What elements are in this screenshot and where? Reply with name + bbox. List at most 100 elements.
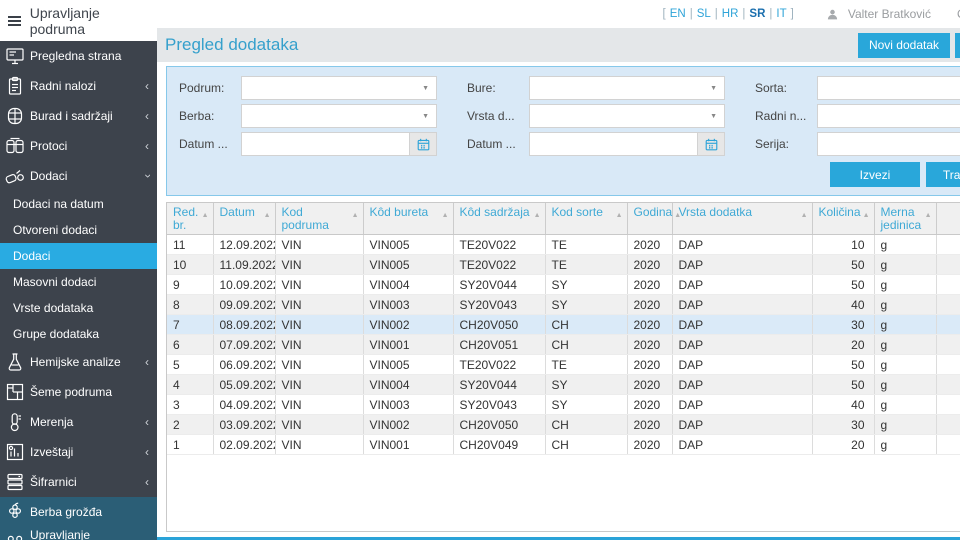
sidebar-item-protoci[interactable]: Protoci ‹ xyxy=(0,131,157,161)
sidebar-item-ifrarnici[interactable]: Šifrarnici ‹ xyxy=(0,467,157,497)
cell-kod-podruma: VIN xyxy=(275,374,364,395)
podrum-select[interactable]: ▼ xyxy=(241,76,437,100)
table-row[interactable]: 4 05.09.2022 VIN VIN004 SY20V044 SY 2020 DAP 50 g xyxy=(167,374,960,395)
cell-koli-ina: 20 xyxy=(812,434,875,455)
hamburger-menu-icon[interactable] xyxy=(0,15,26,26)
datum-do-calendar-button[interactable] xyxy=(698,132,725,156)
cell-datum: 06.09.2022 xyxy=(213,354,276,375)
sidebar-subitem-dodaci[interactable]: Dodaci xyxy=(0,243,157,269)
table-row[interactable]: 1 02.09.2022 VIN VIN001 CH20V049 CH 2020 DAP 20 g xyxy=(167,434,960,455)
filter-label: Sorta: xyxy=(755,81,788,95)
sidebar-item-burad-i-sadr-aji[interactable]: Burad i sadržaji ‹ xyxy=(0,101,157,131)
export-button[interactable]: Izvezi xyxy=(830,162,920,187)
sidebar-subitem-masovni-dodaci[interactable]: Masovni dodaci xyxy=(0,269,157,295)
search-button[interactable]: Traži xyxy=(926,162,960,187)
table-row[interactable]: 5 06.09.2022 VIN VIN005 TE20V022 TE 2020 DAP 50 g xyxy=(167,354,960,375)
column-header-koli-ina[interactable]: Količina ▲ xyxy=(812,203,875,235)
sidebar-item-label: Burad i sadržaji xyxy=(30,109,113,123)
sidebar-item-berba-gro-a[interactable]: Berba grožđa xyxy=(0,497,157,527)
dropdown-arrow-icon: ▼ xyxy=(710,112,717,120)
filter-toggle-button[interactable] xyxy=(955,32,960,58)
column-header-k-d-bureta[interactable]: Kôd bureta ▲ xyxy=(363,203,454,235)
cell-k-d-sadr-aja: TE20V022 xyxy=(453,354,546,375)
sidebar-subitem-vrste-dodataka[interactable]: Vrste dodataka xyxy=(0,295,157,321)
sidebar-subitem-dodaci-na-datum[interactable]: Dodaci na datum xyxy=(0,191,157,217)
chevron-left-icon: ‹ xyxy=(145,109,149,123)
cell-kod-podruma: VIN xyxy=(275,314,364,335)
cell-datum: 11.09.2022 xyxy=(213,254,276,275)
radni-nalog-select[interactable]: ▼ xyxy=(817,104,960,128)
new-addition-button[interactable]: Novi dodatak xyxy=(857,32,950,58)
table-row[interactable]: 2 03.09.2022 VIN VIN002 CH20V050 CH 2020 DAP 30 g xyxy=(167,414,960,435)
sidebar-subitem-grupe-dodataka[interactable]: Grupe dodataka xyxy=(0,321,157,347)
topbar: [EN|SL|HR|SR|IT] Valter Bratković Odjava xyxy=(157,0,960,28)
bure-select[interactable]: ▼ xyxy=(529,76,725,100)
column-header-kod-podruma[interactable]: Kod podruma ▲ xyxy=(275,203,364,235)
table-row[interactable]: 11 12.09.2022 VIN VIN005 TE20V022 TE 2020 DAP 10… xyxy=(167,234,960,255)
cell-kod-sorte: SY xyxy=(545,274,628,295)
chevron-left-icon: ‹ xyxy=(145,415,149,429)
column-header-kod-sorte[interactable]: Kod sorte ▲ xyxy=(545,203,628,235)
cell-k-d-bureta: VIN005 xyxy=(363,254,454,275)
cell-select xyxy=(936,294,960,315)
sidebar-item-pregledna-strana[interactable]: Pregledna strana xyxy=(0,41,157,71)
berba-select[interactable]: ▼ xyxy=(241,104,437,128)
table-row[interactable]: 7 08.09.2022 VIN VIN002 CH20V050 CH 2020 DAP 30 g xyxy=(167,314,960,335)
column-header-vrsta-dodatka[interactable]: Vrsta dodatka ▲ xyxy=(672,203,813,235)
table-row[interactable]: 10 11.09.2022 VIN VIN005 TE20V022 TE 2020 DAP 50… xyxy=(167,254,960,275)
cell-select xyxy=(936,414,960,435)
sidebar-item-hemijske-analize[interactable]: Hemijske analize ‹ xyxy=(0,347,157,377)
sidebar-item-dodaci[interactable]: Dodaci ‹ xyxy=(0,161,157,191)
column-header-datum[interactable]: Datum ▲ xyxy=(213,203,276,235)
cell-select xyxy=(936,274,960,295)
cell-kod-podruma: VIN xyxy=(275,394,364,415)
column-header-merna-jedinica[interactable]: Merna jedinica ▲ xyxy=(874,203,937,235)
lang-link-hr[interactable]: HR xyxy=(722,8,739,20)
lang-link-sr[interactable]: SR xyxy=(749,8,765,20)
chevron-left-icon: ‹ xyxy=(145,139,149,153)
column-header-k-d-sadr-aja[interactable]: Kôd sadržaja ▲ xyxy=(453,203,546,235)
table-row[interactable]: 8 09.09.2022 VIN VIN003 SY20V043 SY 2020 DAP 40 g xyxy=(167,294,960,315)
serija-input[interactable] xyxy=(817,132,960,156)
cell-k-d-bureta: VIN004 xyxy=(363,374,454,395)
cell-kod-podruma: VIN xyxy=(275,414,364,435)
sort-arrow-icon: ▲ xyxy=(862,212,870,219)
sidebar-item-izve-taji[interactable]: Izveštaji ‹ xyxy=(0,437,157,467)
filter-label: Radni n... xyxy=(755,109,807,123)
sidebar-item-merenja[interactable]: Merenja ‹ xyxy=(0,407,157,437)
cell-k-d-sadr-aja: CH20V050 xyxy=(453,314,546,335)
filter-field-datum-do: Datum ... xyxy=(467,132,725,156)
datum-od-input[interactable] xyxy=(241,132,410,156)
cell-godina: 2020 xyxy=(627,274,673,295)
cell-datum: 07.09.2022 xyxy=(213,334,276,355)
sidebar-item-radni-nalozi[interactable]: Radni nalozi ‹ xyxy=(0,71,157,101)
lang-link-sl[interactable]: SL xyxy=(697,8,711,20)
cell-koli-ina: 10 xyxy=(812,234,875,255)
datum-do-input[interactable] xyxy=(529,132,698,156)
sidebar-item-label: Šifrarnici xyxy=(30,475,77,489)
column-header-red-br[interactable]: Red. br. ▲ xyxy=(167,203,214,235)
filter-field-radni-nalog: Radni n... ▼ xyxy=(755,104,960,128)
column-header-settings[interactable]: ⚙ xyxy=(936,203,960,235)
datum-od-calendar-button[interactable] xyxy=(410,132,437,156)
cell-vrsta-dodatka: DAP xyxy=(672,394,813,415)
vrsta-dodatka-select[interactable]: ▼ xyxy=(529,104,725,128)
sidebar-item-label: Hemijske analize xyxy=(30,355,121,369)
sorta-select[interactable]: ▼ xyxy=(817,76,960,100)
cell-koli-ina: 50 xyxy=(812,274,875,295)
sidebar-subitem-otvoreni-dodaci[interactable]: Otvoreni dodaci xyxy=(0,217,157,243)
report-icon xyxy=(6,443,24,461)
column-header-godina[interactable]: Godina ▲ xyxy=(627,203,681,235)
cell-datum: 03.09.2022 xyxy=(213,414,276,435)
lang-link-it[interactable]: IT xyxy=(776,8,786,20)
sidebar-item-eme-podruma[interactable]: Šeme podruma xyxy=(0,377,157,407)
cell-merna-jedinica: g xyxy=(874,374,937,395)
table-row[interactable]: 3 04.09.2022 VIN VIN003 SY20V043 SY 2020 DAP 40 g xyxy=(167,394,960,415)
table-row[interactable]: 6 07.09.2022 VIN VIN001 CH20V051 CH 2020 DAP 20 g xyxy=(167,334,960,355)
cell-vrsta-dodatka: DAP xyxy=(672,294,813,315)
cell-k-d-sadr-aja: SY20V043 xyxy=(453,294,546,315)
table-row[interactable]: 9 10.09.2022 VIN VIN004 SY20V044 SY 2020 DAP 50 g xyxy=(167,274,960,295)
lang-link-en[interactable]: EN xyxy=(670,8,686,20)
sidebar-item-upravljanje-vinogradima[interactable]: Upravljanje vinogradima xyxy=(0,527,157,540)
sort-arrow-icon: ▲ xyxy=(533,212,541,219)
